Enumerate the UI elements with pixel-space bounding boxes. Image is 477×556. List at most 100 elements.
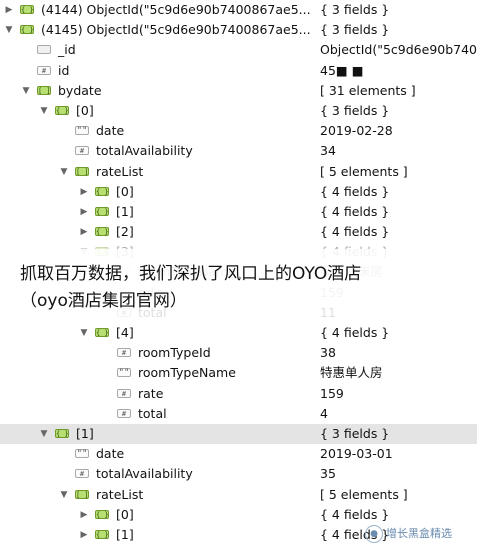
object-type-icon: { } xyxy=(95,509,109,519)
field-key: [0] xyxy=(76,102,94,118)
number-type-icon: # xyxy=(75,146,89,156)
tree-row[interactable]: # rate 159 xyxy=(0,384,477,404)
field-value: { 4 fields } xyxy=(320,506,390,522)
field-value: { 4 fields } xyxy=(320,203,390,219)
field-key: date xyxy=(96,123,125,139)
tree-row[interactable]: "" date 2019-03-01 xyxy=(0,444,477,464)
field-value: 35 xyxy=(320,466,336,482)
tree-row[interactable]: ▼ [ ] rateList [ 5 elements ] xyxy=(0,162,477,182)
collapse-arrow-icon[interactable]: ▼ xyxy=(3,20,15,40)
field-value: 2019-03-01 xyxy=(320,446,393,462)
object-type-icon: { } xyxy=(95,529,109,539)
tree-row[interactable]: ▼ { } [1] { 3 fields } xyxy=(0,423,477,445)
collapse-arrow-icon[interactable]: ▼ xyxy=(58,162,70,182)
field-key: [1] xyxy=(76,425,94,441)
tree-row[interactable]: # totalAvailability 34 xyxy=(0,141,477,161)
object-type-icon: { } xyxy=(95,186,109,196)
field-value: [ 5 elements ] xyxy=(320,486,408,502)
tree-row[interactable]: ▶ { } (4144) ObjectId("5c9d6e90b7400867ae5… xyxy=(0,0,477,20)
field-key: [4] xyxy=(116,325,134,340)
field-value: 45■ ■ xyxy=(320,62,364,78)
field-key: totalAvailability xyxy=(96,143,193,159)
tree-row[interactable]: ▼ [ ] rateList [ 5 elements ] xyxy=(0,485,477,505)
object-type-icon: { } xyxy=(95,328,109,337)
field-value: { 3 fields } xyxy=(320,425,390,441)
field-value: [ 5 elements ] xyxy=(320,163,408,179)
field-value: { 3 fields } xyxy=(320,22,390,38)
expand-arrow-icon[interactable]: ▶ xyxy=(78,505,90,525)
collapse-arrow-icon[interactable]: ▼ xyxy=(20,81,32,101)
field-key: roomTypeName xyxy=(138,365,236,381)
object-type-icon: { } xyxy=(20,5,34,14)
tree-row[interactable]: ▼ [ ] bydate [ 31 elements ] xyxy=(0,81,477,101)
object-type-icon: { } xyxy=(95,227,109,237)
field-key: id xyxy=(58,62,70,78)
field-value: 4 xyxy=(320,405,328,421)
field-value: 159 xyxy=(320,385,344,401)
field-value: { 4 fields } xyxy=(320,183,390,199)
tree-row[interactable]: ▶ { } [0] { 4 fields } xyxy=(0,505,477,525)
expand-arrow-icon[interactable]: ▶ xyxy=(78,222,90,242)
field-key: totalAvailability xyxy=(96,466,193,482)
tree-row[interactable]: # total 4 xyxy=(0,404,477,424)
tree-row[interactable]: ▼ { } (4145) ObjectId("5c9d6e90b7400867ae5… xyxy=(0,20,477,40)
field-value: 38 xyxy=(320,345,336,361)
object-type-icon: { } xyxy=(55,428,69,438)
object-type-icon: { } xyxy=(55,105,69,115)
field-value: { 3 fields } xyxy=(320,102,390,118)
field-key: date xyxy=(96,446,125,462)
caption-line-2: （oyo酒店集团官网） xyxy=(20,291,187,311)
wechat-icon: ● xyxy=(365,525,383,543)
tree-row[interactable]: "" roomTypeName 特惠单人房 xyxy=(0,363,477,383)
field-value: ObjectId("5c9d6e90b740 xyxy=(320,42,477,58)
collapse-arrow-icon[interactable]: ▼ xyxy=(58,485,70,505)
object-type-icon: { } xyxy=(95,206,109,216)
tree-row[interactable]: ▼ { } [4] { 4 fields } xyxy=(0,323,477,343)
expand-arrow-icon[interactable]: ▶ xyxy=(78,182,90,202)
overlay-caption: 抓取百万数据，我们深扒了风口上的OYO酒店 （oyo酒店集团官网） xyxy=(0,249,477,317)
expand-arrow-icon[interactable]: ▶ xyxy=(78,202,90,222)
array-type-icon: [ ] xyxy=(75,489,89,499)
tree-row[interactable]: _id ObjectId("5c9d6e90b740 xyxy=(0,40,477,60)
array-type-icon: [ ] xyxy=(37,85,51,95)
tree-row[interactable]: ▶ { } [0] { 4 fields } xyxy=(0,182,477,202)
collapse-arrow-icon[interactable]: ▼ xyxy=(38,424,50,444)
number-type-icon: # xyxy=(37,65,51,75)
string-type-icon: "" xyxy=(75,449,89,460)
expand-arrow-icon[interactable]: ▶ xyxy=(78,525,90,545)
field-value: 34 xyxy=(320,143,336,159)
field-key: total xyxy=(138,405,167,421)
field-value: [ 31 elements ] xyxy=(320,82,416,98)
field-key: rateList xyxy=(96,163,144,179)
expand-arrow-icon[interactable]: ▶ xyxy=(3,0,15,20)
string-type-icon: "" xyxy=(117,368,131,379)
object-type-icon: { } xyxy=(20,25,34,35)
tree-row[interactable]: # id 45■ ■ xyxy=(0,61,477,81)
field-value: { 3 fields } xyxy=(320,2,390,17)
field-key: [2] xyxy=(116,224,134,240)
collapse-arrow-icon[interactable]: ▼ xyxy=(78,323,90,343)
field-key: [1] xyxy=(116,203,134,219)
tree-row[interactable]: ▼ { } [0] { 3 fields } xyxy=(0,101,477,121)
tree-row[interactable]: # totalAvailability 35 xyxy=(0,464,477,484)
caption-line-1: 抓取百万数据，我们深扒了风口上的OYO酒店 xyxy=(20,264,362,284)
tree-row[interactable]: ▶ { } [2] { 4 fields } xyxy=(0,222,477,242)
field-key: (4145) ObjectId("5c9d6e90b7400867ae5... xyxy=(41,22,311,38)
field-key: [0] xyxy=(116,183,134,199)
number-type-icon: # xyxy=(117,348,131,358)
tree-row[interactable]: # roomTypeId 38 xyxy=(0,343,477,363)
field-value: 特惠单人房 xyxy=(320,365,383,381)
collapse-arrow-icon[interactable]: ▼ xyxy=(38,101,50,121)
field-key: roomTypeId xyxy=(138,345,211,361)
field-key: rate xyxy=(138,385,164,401)
number-type-icon: # xyxy=(117,408,131,418)
tree-row[interactable]: ▶ { } [1] { 4 fields } xyxy=(0,202,477,222)
field-key: [0] xyxy=(116,506,134,522)
string-type-icon: "" xyxy=(75,126,89,137)
tree-row[interactable]: "" date 2019-02-28 xyxy=(0,121,477,141)
array-type-icon: [ ] xyxy=(75,166,89,176)
field-value: 2019-02-28 xyxy=(320,123,393,139)
field-value: { 4 fields } xyxy=(320,224,390,240)
field-key: _id xyxy=(58,42,76,58)
objectid-type-icon xyxy=(37,45,51,55)
